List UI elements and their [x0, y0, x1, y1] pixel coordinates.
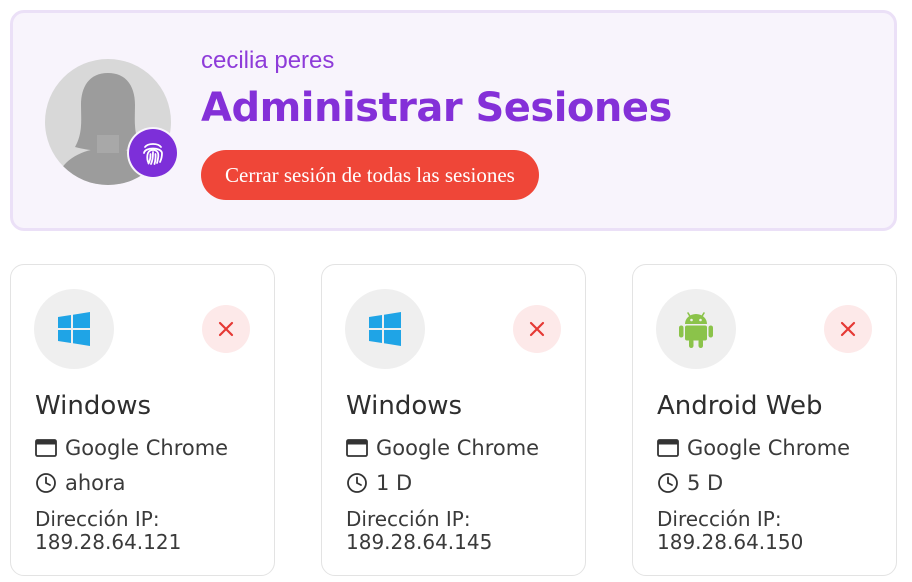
- ip-label: Dirección IP:: [35, 507, 160, 531]
- ip-label: Dirección IP:: [657, 507, 782, 531]
- session-time: 5 D: [657, 471, 723, 495]
- browser-window-icon: [35, 439, 57, 457]
- session-browser-label: Google Chrome: [376, 436, 540, 460]
- session-time-label: ahora: [65, 471, 126, 495]
- username: cecilia peres: [201, 47, 335, 74]
- fingerprint-icon: [129, 129, 177, 177]
- session-os-name: Windows: [35, 391, 152, 421]
- session-browser-label: Google Chrome: [687, 436, 851, 460]
- ip-address: 189.28.64.121: [35, 530, 182, 554]
- clock-icon: [658, 473, 678, 493]
- close-session-button[interactable]: [202, 305, 250, 353]
- session-browser: Google Chrome: [35, 436, 228, 460]
- session-card: Android Web Google Chrome 5 D Dirección …: [632, 264, 897, 576]
- ip-address: 189.28.64.145: [346, 530, 493, 554]
- ip-label: Dirección IP:: [346, 507, 471, 531]
- clock-icon: [36, 473, 56, 493]
- page-title: Administrar Sesiones: [201, 85, 672, 131]
- session-browser: Google Chrome: [346, 436, 539, 460]
- session-card: Windows Google Chrome 1 D Dirección IP: …: [321, 264, 586, 576]
- session-time-label: 1 D: [376, 471, 413, 495]
- close-session-button[interactable]: [824, 305, 872, 353]
- windows-logo-icon: [345, 289, 425, 369]
- browser-window-icon: [657, 439, 679, 457]
- ip-address: 189.28.64.150: [657, 530, 804, 554]
- close-session-button[interactable]: [513, 305, 561, 353]
- session-time: 1 D: [346, 471, 412, 495]
- windows-logo-icon: [34, 289, 114, 369]
- close-icon: [218, 321, 234, 337]
- session-browser: Google Chrome: [657, 436, 850, 460]
- clock-icon: [347, 473, 367, 493]
- close-icon: [840, 321, 856, 337]
- session-time: ahora: [35, 471, 126, 495]
- browser-window-icon: [346, 439, 368, 457]
- session-os-name: Windows: [346, 391, 463, 421]
- session-browser-label: Google Chrome: [65, 436, 229, 460]
- logout-all-sessions-button[interactable]: Cerrar sesión de todas las sesiones: [201, 150, 539, 200]
- session-time-label: 5 D: [687, 471, 724, 495]
- session-card: Windows Google Chrome ahora Dirección IP…: [10, 264, 275, 576]
- session-os-name: Android Web: [657, 391, 823, 421]
- profile-header: cecilia peres Administrar Sesiones Cerra…: [10, 10, 897, 231]
- android-logo-icon: [656, 289, 736, 369]
- close-icon: [529, 321, 545, 337]
